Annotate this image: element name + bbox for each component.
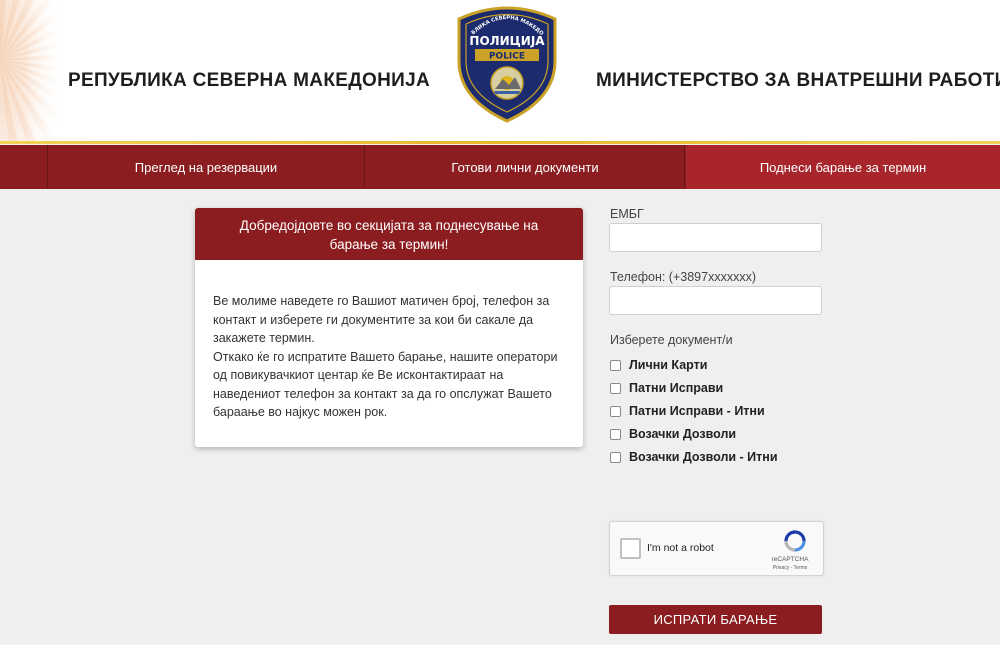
document-option-label: Возачки Дозволи	[629, 427, 737, 441]
document-option-label: Лични Карти	[629, 358, 708, 372]
nav-item-submit-request[interactable]: Поднеси барање за термин	[686, 145, 1000, 189]
embg-input[interactable]	[609, 223, 822, 252]
checkbox-icon[interactable]	[610, 382, 621, 394]
welcome-paragraph-instructions: Ве молиме наведете го Вашиот матичен бро…	[213, 294, 550, 345]
document-option-driving-licenses[interactable]: Возачки Дозволи	[610, 426, 736, 442]
document-option-label: Возачки Дозволи - Итни	[629, 450, 778, 464]
police-badge-icon[interactable]: РЕПУБЛИКА СЕВЕРНА МАКЕДОНИЈА ПОЛИЦИЈА PO…	[453, 5, 561, 123]
document-option-driving-licenses-urgent[interactable]: Возачки Дозволи - Итни	[610, 449, 778, 465]
document-option-passports-urgent[interactable]: Патни Исправи - Итни	[610, 403, 765, 419]
recaptcha-label: I'm not a robot	[647, 542, 714, 554]
document-option-passports[interactable]: Патни Исправи	[610, 380, 723, 396]
welcome-paragraph-callback: Откако ќе го испратите Вашето барање, на…	[213, 349, 558, 420]
checkbox-icon[interactable]	[610, 359, 621, 371]
document-option-label: Патни Исправи	[629, 381, 724, 395]
republic-title: РЕПУБЛИКА СЕВЕРНА МАКЕДОНИЈА	[68, 70, 430, 91]
logo-main-text: ПОЛИЦИЈА	[469, 34, 545, 48]
recaptcha-brand: reCAPTCHA	[771, 556, 809, 563]
welcome-card-body: Ве молиме наведете го Вашиот матичен бро…	[195, 260, 583, 422]
document-option-id-cards[interactable]: Лични Карти	[610, 357, 707, 373]
ministry-title: МИНИСТЕРСТВО ЗА ВНАТРЕШНИ РАБОТИ	[596, 70, 1000, 91]
logo-sub-text: POLICE	[489, 52, 525, 62]
recaptcha-icon	[784, 530, 806, 552]
phone-input[interactable]	[609, 286, 822, 315]
send-request-button[interactable]: ИСПРАТИ БАРАЊЕ	[609, 605, 822, 634]
site-header: РЕПУБЛИКА СЕВЕРНА МАКЕДОНИЈА РЕПУБЛИКА С…	[0, 0, 1000, 144]
document-option-label: Патни Исправи - Итни	[629, 404, 765, 418]
documents-label: Изберете документ/и	[610, 333, 733, 347]
embg-label: ЕМБГ	[610, 207, 644, 221]
checkbox-icon[interactable]	[610, 428, 621, 440]
recaptcha-checkbox[interactable]	[620, 538, 641, 559]
welcome-card: Добредојдовте во секцијата за поднесувањ…	[195, 208, 583, 447]
phone-label: Телефон: (+3897xxxxxxx)	[610, 270, 756, 284]
checkbox-icon[interactable]	[610, 451, 621, 463]
main-navigation: Преглед на резервации Готови лични докум…	[0, 145, 1000, 189]
nav-item-reservations[interactable]: Преглед на резервации	[47, 145, 365, 189]
welcome-card-title: Добредојдовте во секцијата за поднесувањ…	[195, 208, 583, 260]
recaptcha-privacy-terms-links[interactable]: Privacy - Terms	[760, 565, 820, 571]
nav-item-ready-documents[interactable]: Готови лични документи	[366, 145, 685, 189]
checkbox-icon[interactable]	[610, 405, 621, 417]
recaptcha-widget: I'm not a robot reCAPTCHA Privacy - Term…	[609, 521, 824, 576]
header-gold-line	[0, 141, 1000, 144]
